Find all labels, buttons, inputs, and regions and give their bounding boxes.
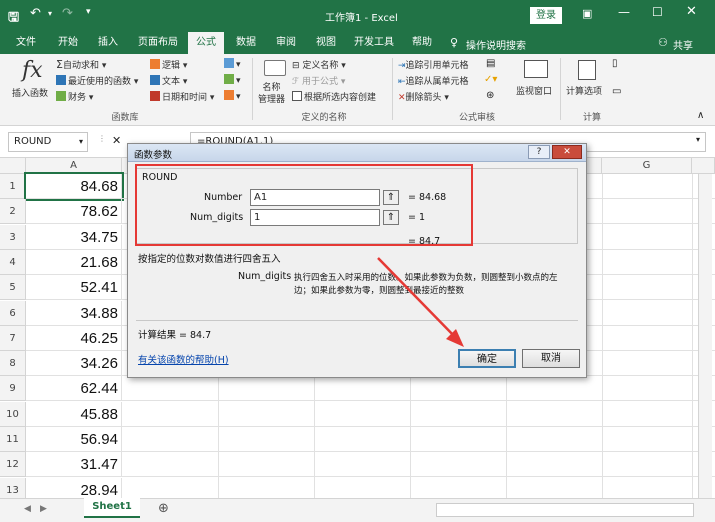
annotation-arrow: [377, 257, 464, 347]
arrow-line: [377, 257, 459, 341]
